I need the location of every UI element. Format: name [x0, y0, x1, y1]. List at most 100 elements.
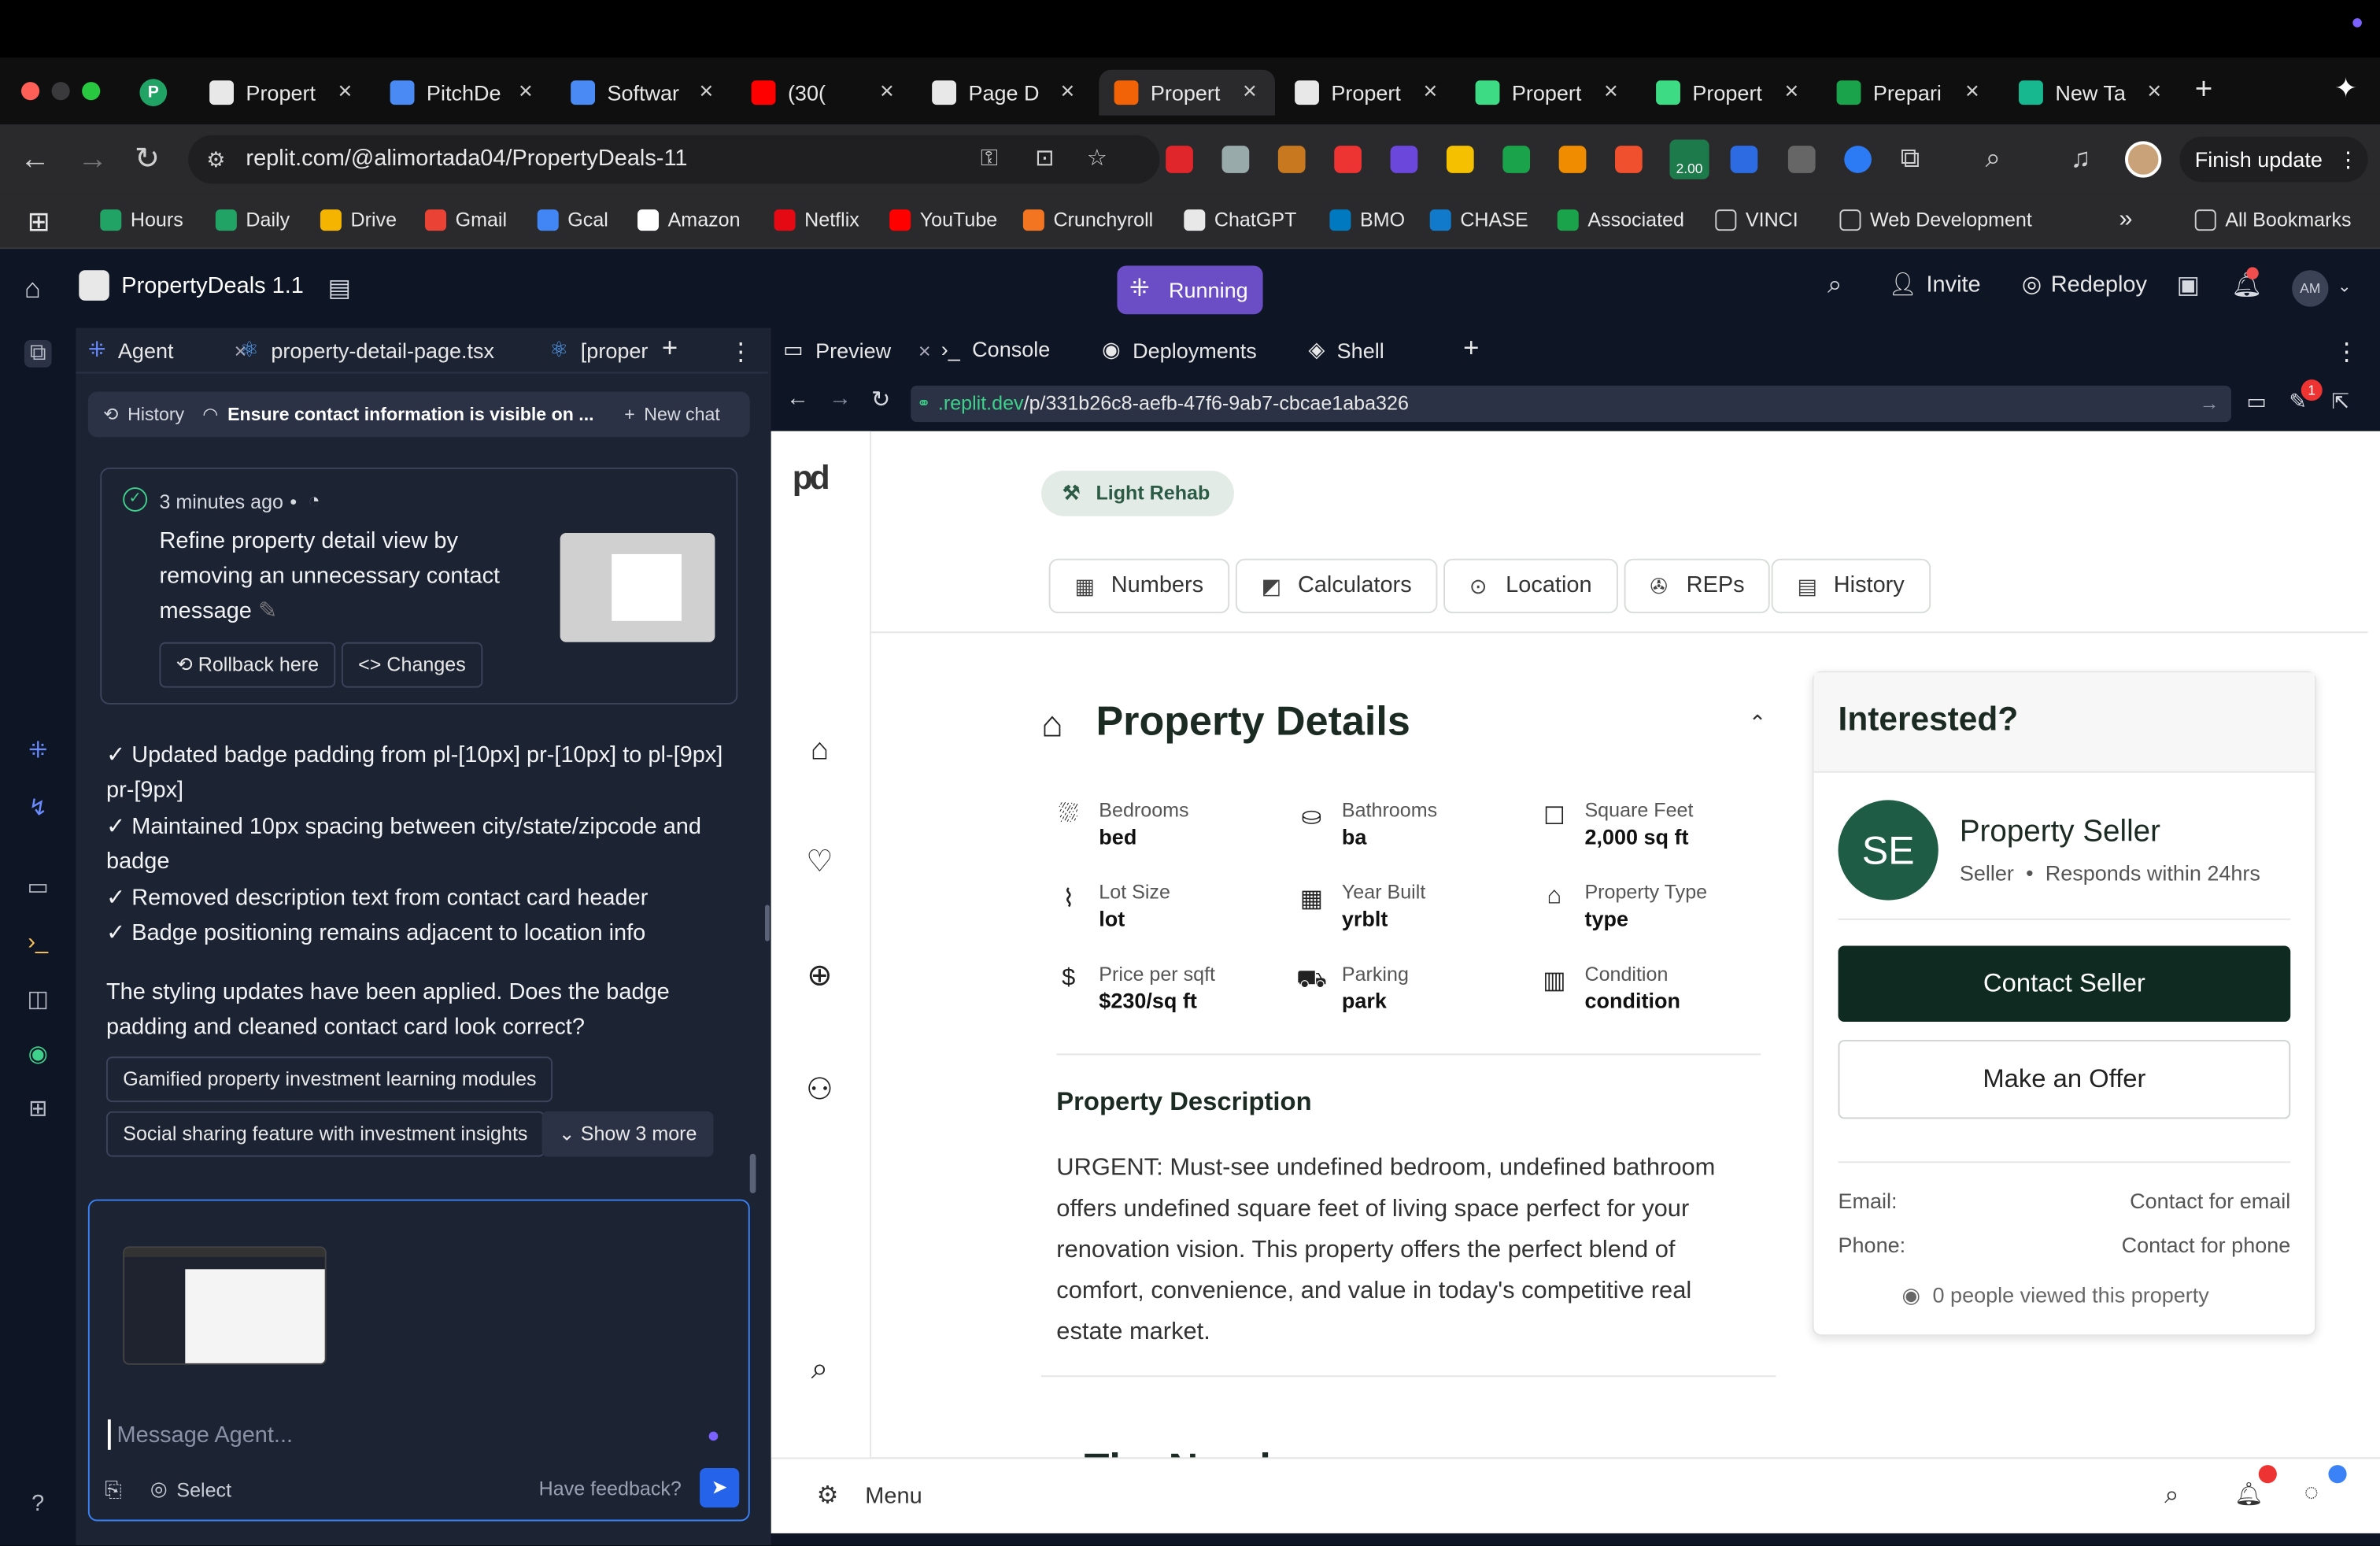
bookmark-item[interactable]: Drive [320, 208, 397, 231]
add-tab-button[interactable]: + [662, 332, 678, 364]
select-element-button[interactable]: ◎ Select [150, 1478, 231, 1502]
devices-icon[interactable]: ▭ [2246, 389, 2267, 415]
extension-icon[interactable] [1390, 146, 1418, 173]
bookmark-item[interactable]: Hours [100, 208, 183, 231]
close-tab-icon[interactable]: × [338, 79, 352, 106]
search-icon[interactable]: ⌕ [801, 1351, 837, 1387]
preview-url-input[interactable]: ⚭ .replit.dev/p/331b26c8-aefb-47f6-9ab7-… [911, 385, 2232, 423]
apps-grid-icon[interactable]: ⊞ [28, 206, 50, 239]
heart-icon[interactable]: ♡ [801, 844, 837, 880]
close-icon[interactable]: × [918, 338, 931, 362]
extension-icon[interactable] [1787, 146, 1816, 173]
bookmark-item[interactable]: Daily [215, 208, 290, 231]
close-tab-icon[interactable]: × [1243, 79, 1257, 106]
more-bookmarks-button[interactable]: » [2119, 206, 2132, 234]
close-tab-icon[interactable]: × [1604, 79, 1618, 106]
preview-icon[interactable]: ▭ [24, 875, 52, 902]
app-logo[interactable]: pd [793, 458, 830, 497]
install-app-icon[interactable]: ⊡ [1035, 135, 1054, 184]
browser-tab[interactable]: PitchDe × [375, 70, 551, 116]
agent-icon[interactable]: ⁜ [24, 738, 52, 765]
forward-button[interactable]: → [829, 386, 852, 412]
home-icon[interactable]: ⌂ [24, 273, 41, 305]
browser-tab[interactable]: Propert × [1280, 70, 1456, 116]
bookmark-item[interactable]: CHASE [1429, 208, 1528, 231]
close-tab-icon[interactable]: × [2147, 79, 2161, 106]
search-icon[interactable]: ⌕ [1828, 270, 1842, 301]
all-bookmarks-folder[interactable]: All Bookmarks [2194, 208, 2352, 231]
finish-update-button[interactable]: Finish update ⋮ [2179, 136, 2368, 183]
bookmark-item[interactable]: Associated [1557, 208, 1684, 231]
tab-proper[interactable]: ⚛ [proper [549, 337, 648, 363]
redeploy-button[interactable]: ◎ Redeploy [2022, 270, 2147, 298]
tab-calculators[interactable]: ◩ Calculators [1235, 558, 1438, 614]
suggestion-chip[interactable]: Social sharing feature with investment i… [106, 1111, 545, 1157]
pane-resize-handle[interactable] [765, 904, 770, 941]
scrollbar[interactable] [749, 1153, 756, 1193]
bookmark-item[interactable]: YouTube [889, 208, 997, 231]
deployments-icon[interactable]: ◉ [24, 1041, 52, 1069]
bookmark-star-icon[interactable]: ☆ [1087, 135, 1107, 184]
chat-icon[interactable]: ◌ [2304, 1480, 2319, 1507]
open-new-tab-icon[interactable]: ⇱ [2331, 389, 2349, 415]
close-tab-icon[interactable]: × [1784, 79, 1798, 106]
attached-screenshot[interactable] [123, 1246, 327, 1365]
bell-icon[interactable]: 🔔︎ [2234, 1480, 2264, 1507]
extension-icon[interactable] [1166, 146, 1193, 173]
profile-avatar[interactable] [2125, 141, 2162, 178]
add-circle-icon[interactable]: ⊕ [801, 958, 837, 994]
gear-icon[interactable]: ⚙ [817, 1480, 839, 1511]
more-vertical-icon[interactable]: ⋮ [729, 337, 753, 368]
chat-title[interactable]: Ensure contact information is visible on… [227, 404, 594, 425]
go-arrow-icon[interactable]: → [2200, 386, 2219, 422]
suggestion-chip[interactable]: Gamified property investment learning mo… [106, 1056, 553, 1103]
reload-button[interactable]: ↻ [871, 386, 890, 413]
tab-reps[interactable]: ✇ REPs [1624, 558, 1771, 614]
project-name[interactable]: PropertyDeals 1.1 [121, 273, 304, 299]
tab-agent[interactable]: ⁜ Agent × [88, 337, 247, 363]
close-tab-icon[interactable]: × [1965, 79, 1979, 106]
new-chat-button[interactable]: New chat [644, 404, 719, 425]
extension-icon[interactable] [1558, 146, 1587, 173]
close-tab-icon[interactable]: × [1423, 79, 1437, 106]
tab-preview[interactable]: ▭ Preview × [783, 337, 930, 363]
bookmark-item[interactable]: Web Development [1839, 208, 2032, 231]
all-tools-icon[interactable]: ⊞ [24, 1096, 52, 1123]
bookmark-item[interactable]: Amazon [638, 208, 741, 231]
back-button[interactable]: ← [15, 139, 54, 179]
tab-console[interactable]: ›_ Console [941, 337, 1051, 361]
close-window-button[interactable] [21, 82, 40, 101]
browser-tab[interactable]: Propert × [1641, 70, 1817, 116]
extension-icon[interactable] [1334, 146, 1362, 173]
tab-shell[interactable]: ◈ Shell [1308, 337, 1384, 363]
address-bar[interactable]: ⚙ replit.com/@alimortada04/PropertyDeals… [188, 135, 1160, 184]
assistant-icon[interactable]: ↯ [24, 796, 52, 823]
collapse-chevron-icon[interactable]: ⌃ [1749, 711, 1767, 737]
console-icon[interactable]: ›_ [24, 929, 52, 956]
rollback-button[interactable]: ⟲ Rollback here [159, 642, 336, 688]
minimize-window-button[interactable] [51, 82, 70, 101]
search-tabs-icon[interactable]: ⌕ [1986, 142, 2001, 175]
help-icon[interactable]: ? [24, 1491, 52, 1518]
media-control-icon[interactable]: ♫ [2071, 142, 2091, 175]
browser-tab[interactable]: Propert × [194, 70, 371, 116]
extension-icon[interactable] [1446, 146, 1474, 173]
close-tab-icon[interactable]: × [519, 79, 533, 106]
bookmark-item[interactable]: Crunchyroll [1022, 208, 1153, 231]
tab-property-detail-page[interactable]: ⚛ property-detail-page.tsx [240, 337, 494, 363]
feedback-link[interactable]: Have feedback? [539, 1478, 682, 1500]
attach-paperclip-icon[interactable]: ⎘ [105, 1478, 122, 1503]
forward-button[interactable]: → [73, 139, 113, 179]
search-icon[interactable]: ⌕ [2164, 1480, 2179, 1511]
extensions-puzzle-icon[interactable]: ⧉ [1901, 142, 1920, 175]
extension-icon[interactable] [1277, 146, 1306, 173]
extension-icon[interactable] [1221, 146, 1250, 173]
run-status-button[interactable]: ⁜ Running [1117, 265, 1263, 315]
bookmark-item[interactable]: Gcal [537, 208, 608, 231]
reload-button[interactable]: ↻ [128, 139, 167, 179]
user-avatar[interactable]: AM [2292, 270, 2329, 307]
edit-pencil-icon[interactable]: ✎ [258, 598, 277, 624]
extension-icon[interactable] [1502, 146, 1531, 173]
extension-icon[interactable] [1730, 146, 1758, 173]
tab-location[interactable]: ⊙ Location [1443, 558, 1618, 614]
